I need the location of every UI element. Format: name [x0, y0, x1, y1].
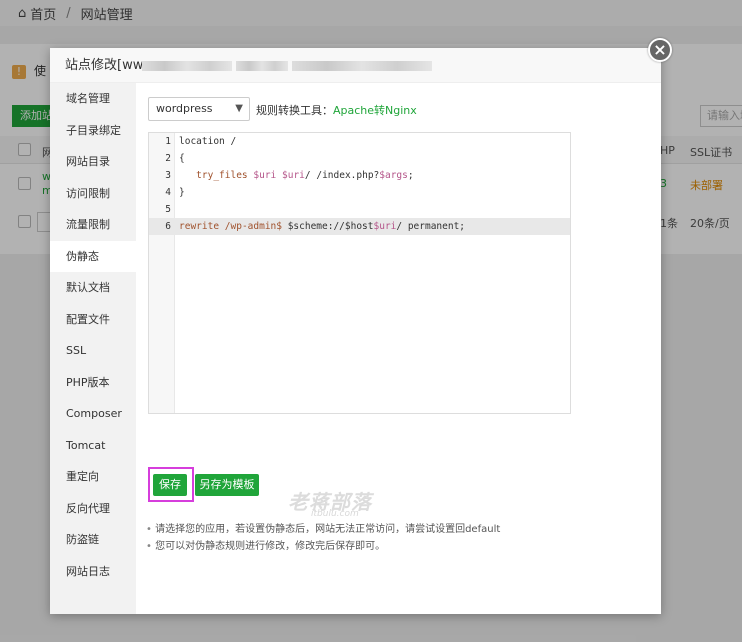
sidebar-item[interactable]: 反向代理 [50, 493, 136, 525]
sidebar-item[interactable]: Tomcat [50, 430, 136, 462]
close-icon[interactable]: × [648, 38, 672, 62]
sidebar-item[interactable]: 网站目录 [50, 146, 136, 178]
sidebar-item[interactable]: Composer [50, 398, 136, 430]
chevron-down-icon: ▼ [235, 103, 243, 114]
sidebar-item[interactable]: 默认文档 [50, 272, 136, 304]
rewrite-panel: wordpress ▼ 规则转换工具：Apache转Nginx 1 locati… [136, 83, 661, 614]
rewrite-template-select[interactable]: wordpress ▼ [148, 97, 250, 121]
sidebar-item[interactable]: 网站日志 [50, 556, 136, 588]
code-line: 3 try_files $uri $uri/ /index.php?$args; [165, 170, 414, 181]
redacted-domain [236, 61, 288, 71]
apache-to-nginx-link[interactable]: Apache转Nginx [333, 104, 417, 117]
modal-sidebar: 域名管理 子目录绑定 网站目录 访问限制 流量限制 伪静态 默认文档 配置文件 SSL PHP版本… [50, 83, 136, 614]
sidebar-item[interactable]: 伪静态 [50, 240, 136, 272]
code-line: 2 { [165, 153, 185, 164]
save-as-template-button[interactable]: 另存为模板 [195, 474, 259, 496]
rewrite-tips: 请选择您的应用，若设置伪静态后，网站无法正常访问，请尝试设置回default 您… [146, 521, 500, 555]
sidebar-item[interactable]: 流量限制 [50, 209, 136, 241]
redacted-domain [292, 61, 432, 71]
code-line: 5 [165, 204, 171, 215]
redacted-domain [142, 61, 232, 71]
sidebar-item[interactable]: 域名管理 [50, 83, 136, 115]
code-line-active: 6 rewrite /wp-admin$ $scheme://$host$uri… [149, 218, 570, 235]
convert-tool-label: 规则转换工具：Apache转Nginx [256, 104, 417, 117]
code-line: 4 } [165, 187, 185, 198]
watermark-url: itbulu.com [311, 509, 359, 519]
code-line: 1 location / [165, 136, 237, 147]
sidebar-item[interactable]: 子目录绑定 [50, 115, 136, 147]
tip-item: 请选择您的应用，若设置伪静态后，网站无法正常访问，请尝试设置回default [146, 521, 500, 538]
sidebar-item[interactable]: 重定向 [50, 461, 136, 493]
site-edit-modal: 站点修改[www 域名管理 子目录绑定 网站目录 访问限制 流量限制 伪静态 默认文档 配置文… [50, 48, 661, 614]
sidebar-item[interactable]: PHP版本 [50, 367, 136, 399]
tip-item: 您可以对伪静态规则进行修改，修改完后保存即可。 [146, 538, 500, 555]
modal-title: 站点修改[www [50, 48, 661, 83]
sidebar-item[interactable]: 防盗链 [50, 524, 136, 556]
save-button[interactable]: 保存 [153, 474, 187, 496]
sidebar-item[interactable]: SSL [50, 335, 136, 367]
sidebar-item[interactable]: 配置文件 [50, 304, 136, 336]
rewrite-code-editor[interactable]: 1 location / 2 { 3 try_files $uri $uri/ … [148, 132, 571, 414]
sidebar-item[interactable]: 访问限制 [50, 178, 136, 210]
